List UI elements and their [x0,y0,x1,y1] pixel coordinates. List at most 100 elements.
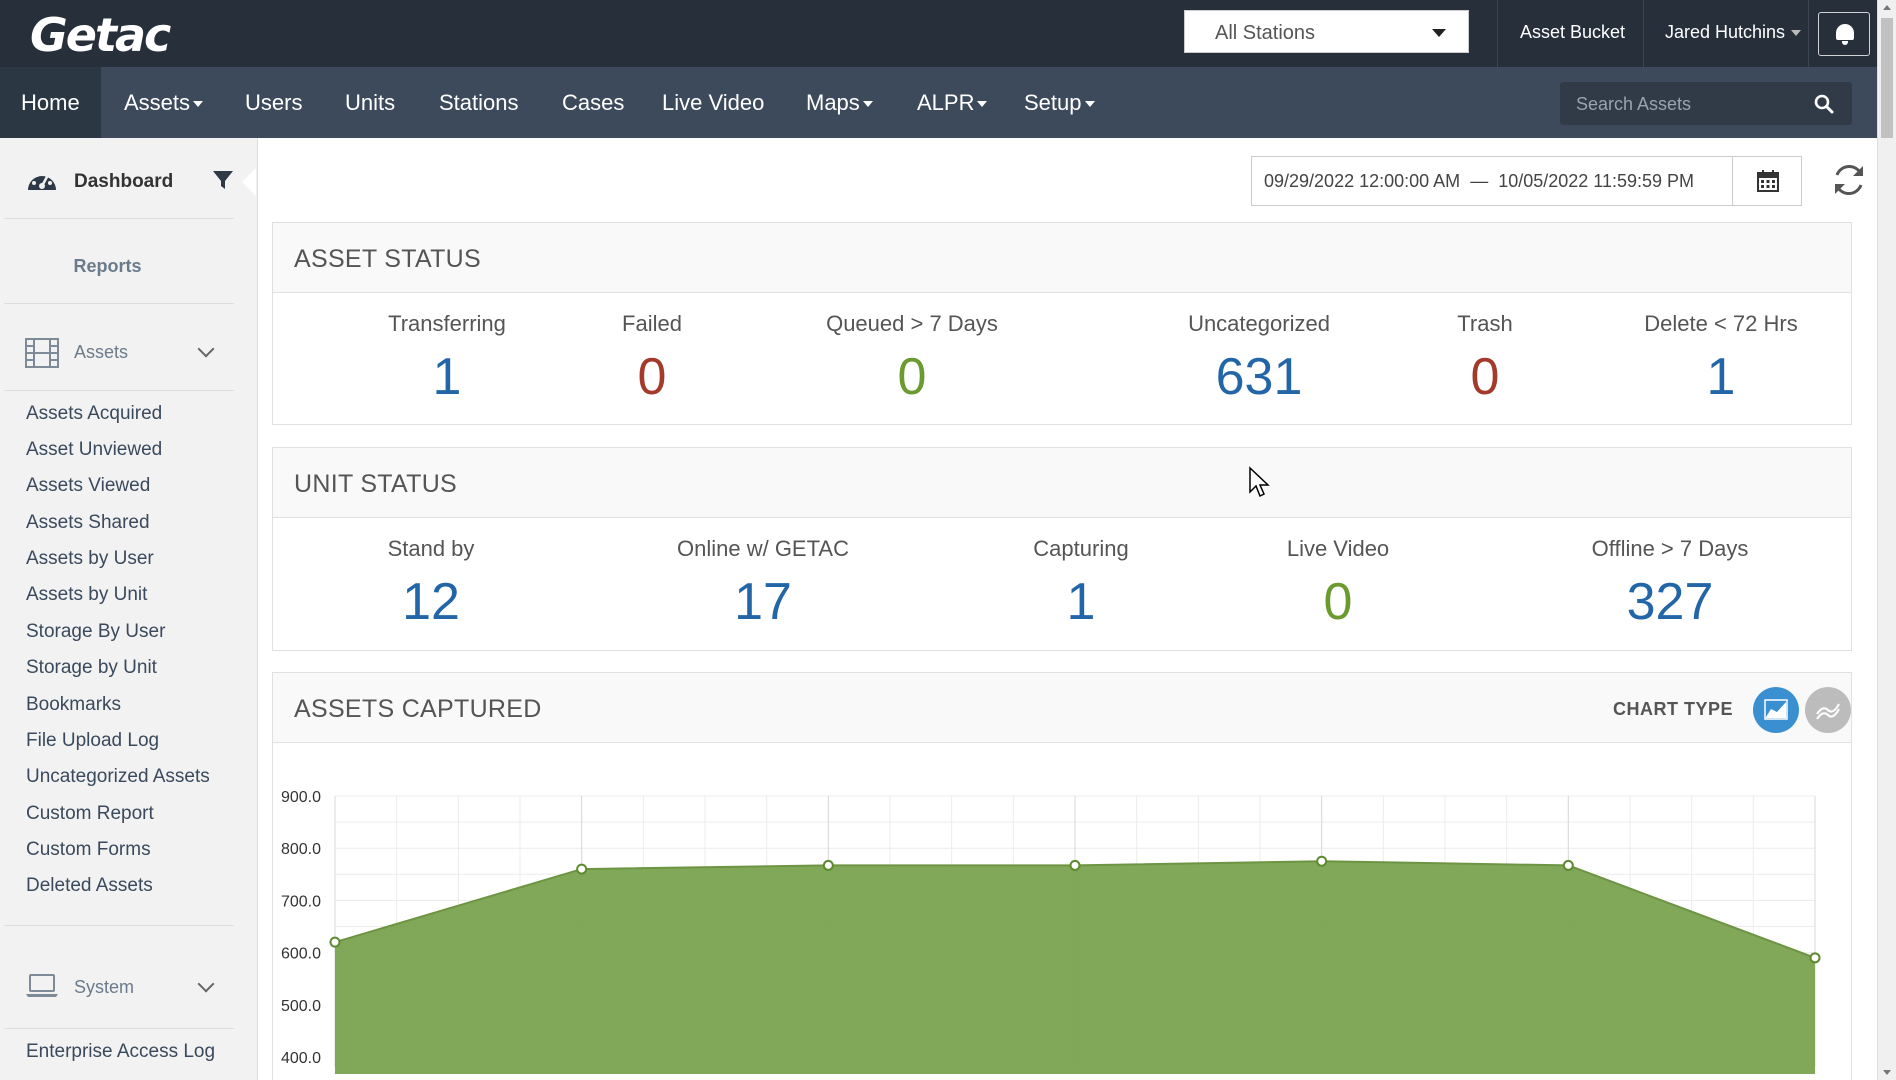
sidebar-item-file-upload-log[interactable]: File Upload Log [26,730,159,752]
unit-status-panel: UNIT STATUS Stand by 12 Online w/ GETAC … [272,447,1852,651]
nav-label: Users [245,90,303,115]
stat-value: 17 [734,573,792,631]
caret-down-icon [1084,101,1095,108]
date-range-text: 09/29/2022 12:00:00 AM — 10/05/2022 11:5… [1264,171,1694,192]
stat-uncategorized[interactable]: Uncategorized 631 [1139,311,1379,407]
nav-label: Stations [439,90,519,115]
y-tick-label: 800.0 [281,841,321,858]
system-group-header[interactable]: System [0,968,240,1008]
sidebar-item-storage-by-user[interactable]: Storage By User [26,621,165,643]
stat-stand-by[interactable]: Stand by 12 [311,536,551,632]
stat-value: 0 [1470,348,1500,406]
data-point [1316,855,1328,867]
sidebar-item-asset-unviewed[interactable]: Asset Unviewed [26,439,162,461]
sidebar-item-deleted-assets[interactable]: Deleted Assets [26,875,153,897]
stat-value: 1 [1066,573,1096,631]
stat-online[interactable]: Online w/ GETAC 17 [643,536,883,632]
nav-stations[interactable]: Stations [418,67,540,138]
stat-queued[interactable]: Queued > 7 Days 0 [792,311,1032,407]
stat-label: Queued > 7 Days [826,311,998,336]
y-tick-label: 700.0 [281,893,321,910]
reports-heading: Reports [73,256,142,276]
nav-label: Cases [562,90,625,115]
nav-alpr[interactable]: ALPR [896,67,1008,138]
stat-label: Failed [622,311,682,336]
divider [4,218,234,219]
divider [4,390,234,391]
stat-label: Live Video [1286,536,1390,561]
sidebar-item-custom-forms[interactable]: Custom Forms [26,839,151,861]
top-bar: Getac All Stations Asset Bucket Jared Hu… [0,0,1877,67]
nav-units[interactable]: Units [324,67,416,138]
stat-trash[interactable]: Trash 0 [1365,311,1605,407]
line-chart-button[interactable] [1805,687,1851,733]
search-input[interactable] [1576,91,1796,117]
stat-value: 1 [1706,348,1736,406]
refresh-icon[interactable] [1830,161,1868,199]
stat-failed[interactable]: Failed 0 [532,311,772,407]
sidebar-item-assets-shared[interactable]: Assets Shared [26,512,150,534]
stat-capturing[interactable]: Capturing 1 [961,536,1201,632]
date-end: 10/05/2022 11:59:59 PM [1498,171,1695,191]
scroll-up-arrow-icon[interactable] [1883,5,1891,10]
nav-cases[interactable]: Cases [541,67,645,138]
date-separator: — [1470,171,1489,191]
area-chart-button[interactable] [1753,687,1799,733]
nav-label: Home [21,90,80,115]
nav-label: Units [345,90,396,115]
nav-maps[interactable]: Maps [785,67,894,138]
assets-group-header[interactable]: Assets [0,333,240,373]
stat-live-video[interactable]: Live Video 0 [1218,536,1458,632]
sidebar-item-assets-viewed[interactable]: Assets Viewed [26,475,150,497]
stat-label: Capturing [1033,536,1129,561]
station-select-value: All Stations [1215,22,1316,44]
calendar-button[interactable] [1732,157,1802,205]
stat-value: 1 [432,348,462,406]
filter-icon[interactable] [212,169,234,191]
nav-live-video[interactable]: Live Video [641,67,785,138]
station-select[interactable]: All Stations [1184,10,1469,53]
data-point [329,936,341,948]
nav-home[interactable]: Home [0,67,101,138]
notifications-button[interactable] [1818,12,1870,56]
area-series [335,861,1815,1077]
nav-label: Maps [806,90,860,115]
nav-label: Live Video [662,90,765,115]
calendar-icon [1757,170,1779,192]
stat-value: 12 [402,573,460,631]
scroll-down-arrow-icon[interactable] [1883,1070,1891,1075]
sidebar-item-custom-report[interactable]: Custom Report [26,803,154,825]
chart-type-label: CHART TYPE [1613,699,1734,719]
assets-group-label: Assets [74,342,129,362]
sidebar-item-assets-by-unit[interactable]: Assets by Unit [26,584,147,606]
sidebar-item-uncategorized-assets[interactable]: Uncategorized Assets [26,766,210,788]
y-tick-label: 600.0 [281,946,321,963]
nav-assets[interactable]: Assets [103,67,224,138]
stat-delete-72[interactable]: Delete < 72 Hrs 1 [1601,311,1841,407]
user-menu[interactable]: Jared Hutchins [1665,22,1802,43]
asset-bucket-link[interactable]: Asset Bucket [1520,22,1625,43]
sidebar-item-bookmarks[interactable]: Bookmarks [26,694,121,716]
dashboard-link[interactable]: Dashboard [74,171,173,193]
nav-users[interactable]: Users [224,67,323,138]
panel-pointer [242,168,256,196]
getac-logo[interactable]: Getac [30,8,171,62]
scroll-thumb[interactable] [1881,18,1893,138]
line-chart-icon [1816,703,1840,720]
search-icon[interactable] [1814,94,1834,114]
date-range-picker[interactable]: 09/29/2022 12:00:00 AM — 10/05/2022 11:5… [1251,156,1802,206]
nav-setup[interactable]: Setup [1003,67,1116,138]
stat-label: Uncategorized [1188,311,1330,336]
stat-transferring[interactable]: Transferring 1 [327,311,567,407]
user-name: Jared Hutchins [1665,22,1786,42]
sidebar-item-assets-by-user[interactable]: Assets by User [26,548,154,570]
sidebar-item-storage-by-unit[interactable]: Storage by Unit [26,657,157,679]
stat-value: 0 [897,348,927,406]
panel-header: ASSET STATUS [273,223,1851,293]
stat-label: Delete < 72 Hrs [1644,311,1798,336]
sidebar-item-assets-acquired[interactable]: Assets Acquired [26,403,162,425]
stat-offline[interactable]: Offline > 7 Days 327 [1550,536,1790,632]
search-box [1560,82,1852,125]
sidebar-item-enterprise-access-log[interactable]: Enterprise Access Log [26,1041,215,1063]
page-scrollbar[interactable] [1877,0,1896,1080]
